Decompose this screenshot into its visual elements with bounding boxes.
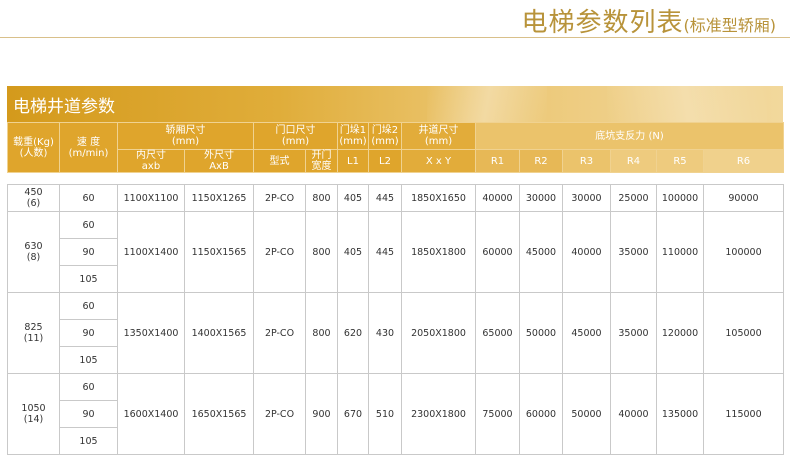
table-row: 630 (8) 60 1100X1400 1150X1565 2P-CO 800 …	[7, 211, 784, 293]
header-r1: R1	[475, 149, 520, 173]
cell-speed: 90	[59, 238, 118, 266]
cell-car-inner: 1100X1100	[117, 184, 185, 212]
header-speed: 速 度 (m/min)	[59, 122, 118, 173]
header-load: 载重(Kg) (人数)	[7, 122, 60, 173]
cell-door-type: 2P-CO	[253, 292, 306, 374]
header-r3: R3	[562, 149, 611, 173]
title-divider	[0, 37, 790, 38]
cell-r4: 25000	[610, 184, 657, 212]
cell-speed: 60	[59, 292, 118, 320]
cell-l1: 405	[337, 211, 369, 293]
cell-r5: 100000	[656, 184, 704, 212]
cell-r4: 40000	[610, 373, 657, 455]
table-row: 825 (11) 60 1350X1400 1400X1565 2P-CO 800…	[7, 292, 784, 374]
cell-r2: 45000	[519, 211, 563, 293]
cell-r4: 35000	[610, 211, 657, 293]
cell-load: 1050 (14)	[7, 373, 60, 455]
header-car-inner: 内尺寸 axb	[117, 149, 185, 173]
cell-car-outer: 1150X1265	[184, 184, 254, 212]
header-door-type: 型式	[253, 149, 306, 173]
header-r2: R2	[519, 149, 563, 173]
cell-door-width: 800	[305, 292, 338, 374]
cell-l1: 620	[337, 292, 369, 374]
header-car-outer: 外尺寸 AxB	[184, 149, 254, 173]
cell-r1: 40000	[475, 184, 520, 212]
cell-car-inner: 1600X1400	[117, 373, 185, 455]
cell-r3: 45000	[562, 292, 611, 374]
header-l1-top: 门垛1 (mm)	[337, 122, 369, 150]
cell-l2: 445	[368, 211, 402, 293]
cell-speed: 90	[59, 400, 118, 428]
cell-r2: 60000	[519, 373, 563, 455]
cell-l1: 670	[337, 373, 369, 455]
header-l2-top: 门垛2 (mm)	[368, 122, 402, 150]
header-r5: R5	[656, 149, 704, 173]
cell-r6: 90000	[703, 184, 784, 212]
cell-shaft: 2300X1800	[401, 373, 476, 455]
section-banner: 电梯井道参数	[7, 86, 783, 122]
cell-speed: 105	[59, 346, 118, 374]
header-r6: R6	[703, 149, 784, 173]
page-title-main: 电梯参数列表	[521, 8, 684, 38]
cell-car-inner: 1100X1400	[117, 211, 185, 293]
header-door-width: 开门 宽度	[305, 149, 338, 173]
cell-door-width: 900	[305, 373, 338, 455]
cell-speed: 60	[59, 211, 118, 239]
cell-car-outer: 1400X1565	[184, 292, 254, 374]
cell-load: 825 (11)	[7, 292, 60, 374]
header-reaction: 底坑支反力 (N)	[475, 122, 784, 150]
cell-speed: 90	[59, 319, 118, 347]
cell-r1: 60000	[475, 211, 520, 293]
cell-r6: 105000	[703, 292, 784, 374]
cell-l1: 405	[337, 184, 369, 212]
cell-r5: 110000	[656, 211, 704, 293]
cell-speed: 60	[59, 373, 118, 401]
header-door-size: 门口尺寸 (mm)	[253, 122, 338, 150]
header-r4: R4	[610, 149, 657, 173]
cell-door-width: 800	[305, 211, 338, 293]
parameter-table: 450 (6) 60 1100X1100 1150X1265 2P-CO 800 …	[7, 184, 784, 455]
header-shaft: 井道尺寸 (mm)	[401, 122, 476, 150]
cell-r4: 35000	[610, 292, 657, 374]
table-row: 1050 (14) 60 1600X1400 1650X1565 2P-CO 90…	[7, 373, 784, 455]
cell-speed: 105	[59, 265, 118, 293]
header-l2: L2	[368, 149, 402, 173]
cell-load: 630 (8)	[7, 211, 60, 293]
cell-r6: 115000	[703, 373, 784, 455]
cell-r5: 135000	[656, 373, 704, 455]
cell-l2: 445	[368, 184, 402, 212]
cell-l2: 510	[368, 373, 402, 455]
cell-r2: 30000	[519, 184, 563, 212]
cell-r6: 100000	[703, 211, 784, 293]
table-row: 450 (6) 60 1100X1100 1150X1265 2P-CO 800 …	[7, 184, 784, 212]
cell-shaft: 1850X1800	[401, 211, 476, 293]
section-title: 电梯井道参数	[13, 97, 115, 117]
cell-r3: 30000	[562, 184, 611, 212]
page-title-sub: (标准型轿厢)	[683, 16, 777, 35]
cell-shaft: 1850X1650	[401, 184, 476, 212]
header-shaft-dim: X x Y	[401, 149, 476, 173]
cell-r2: 50000	[519, 292, 563, 374]
table-header: 载重(Kg) (人数) 速 度 (m/min) 轿厢尺寸 (mm) 门口尺寸 (mm) …	[7, 122, 784, 173]
cell-l2: 430	[368, 292, 402, 374]
cell-door-type: 2P-CO	[253, 184, 306, 212]
cell-r1: 65000	[475, 292, 520, 374]
cell-shaft: 2050X1800	[401, 292, 476, 374]
cell-car-outer: 1650X1565	[184, 373, 254, 455]
cell-car-inner: 1350X1400	[117, 292, 185, 374]
page-title: 电梯参数列表(标准型轿厢)	[521, 2, 776, 39]
cell-r1: 75000	[475, 373, 520, 455]
cell-load: 450 (6)	[7, 184, 60, 212]
cell-car-outer: 1150X1565	[184, 211, 254, 293]
cell-r5: 120000	[656, 292, 704, 374]
cell-r3: 40000	[562, 211, 611, 293]
cell-door-type: 2P-CO	[253, 211, 306, 293]
cell-speed: 105	[59, 427, 118, 455]
cell-r3: 50000	[562, 373, 611, 455]
header-car-size: 轿厢尺寸 (mm)	[117, 122, 254, 150]
cell-door-type: 2P-CO	[253, 373, 306, 455]
cell-door-width: 800	[305, 184, 338, 212]
header-l1: L1	[337, 149, 369, 173]
cell-speed: 60	[59, 184, 118, 212]
